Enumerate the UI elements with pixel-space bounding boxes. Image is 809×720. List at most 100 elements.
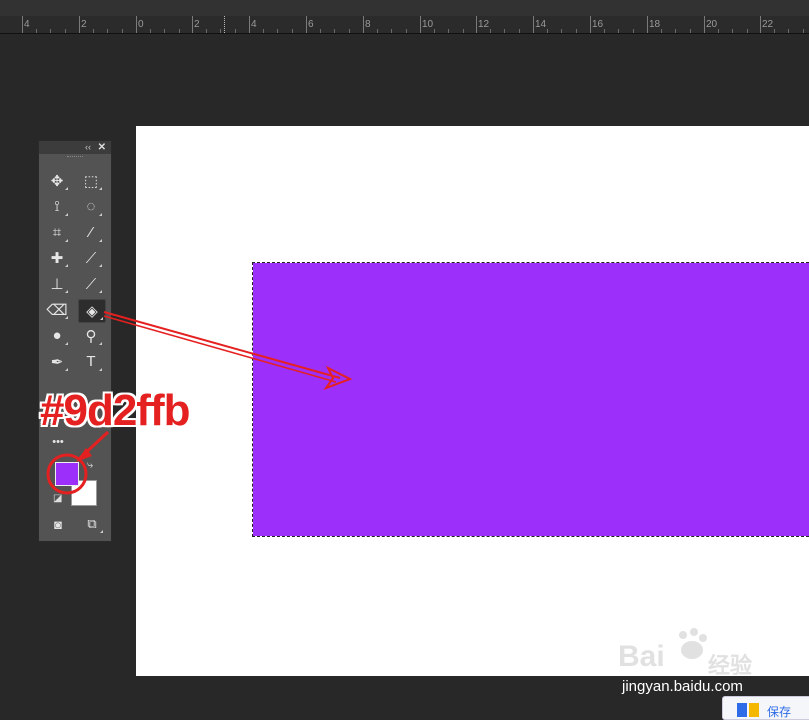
- move-icon: ✥: [50, 173, 64, 190]
- ruler-minor-tick: [334, 29, 336, 33]
- ruler-minor-tick: [718, 29, 720, 33]
- ruler-minor-tick: [490, 29, 492, 33]
- ruler-label: 10: [422, 19, 434, 30]
- ruler-major-tick: [533, 16, 534, 33]
- stamp-icon: ⊥: [50, 276, 64, 294]
- paint-bucket-icon: ◈: [86, 303, 98, 320]
- quick-select-icon: ◌: [86, 198, 96, 216]
- screen-mode-icon[interactable]: ⧉: [79, 513, 105, 535]
- ruler-minor-tick: [575, 29, 577, 33]
- crop-icon: ⌗: [52, 224, 62, 242]
- ruler-minor-tick: [150, 29, 152, 33]
- ruler-minor-tick: [121, 29, 123, 33]
- ruler-label: 2: [194, 19, 200, 30]
- tools-panel: ‹‹ ✕ ✥ ⬚ ⟟ ◌ ⌗ ⁄ ✚ ⟋ ⊥ ⟋ ⌫ ◈ ● ⚲ ✒ T ••• ⤷ ◪ ◙ ⧉: [38, 140, 112, 542]
- ruler-major-tick: [79, 16, 80, 33]
- ruler-major-tick: [420, 16, 421, 33]
- tools-panel-header[interactable]: ‹‹ ✕: [39, 141, 111, 154]
- ruler-minor-tick: [405, 29, 407, 33]
- ruler-minor-tick: [689, 29, 691, 33]
- type-tool[interactable]: T: [78, 351, 104, 373]
- ruler-major-tick: [760, 16, 761, 33]
- eraser-icon: ⌫: [46, 302, 68, 319]
- ruler-major-tick: [476, 16, 477, 33]
- panel-grip[interactable]: [67, 156, 83, 165]
- foreground-color-swatch[interactable]: [55, 462, 79, 486]
- move-tool[interactable]: ✥: [44, 170, 70, 192]
- ruler-major-tick: [22, 16, 23, 33]
- ruler-minor-tick: [788, 29, 790, 33]
- eraser-tool[interactable]: ⌫: [44, 299, 70, 321]
- ruler-major-tick: [363, 16, 364, 33]
- drop-icon: ●: [52, 327, 62, 345]
- ruler-minor-tick: [391, 29, 393, 33]
- ruler-minor-tick: [547, 29, 549, 33]
- ruler-label: 20: [706, 19, 718, 30]
- ruler-minor-tick: [434, 29, 436, 33]
- ruler-label: 22: [762, 19, 774, 30]
- ruler-minor-tick: [732, 29, 734, 33]
- pen-tool[interactable]: ✒: [44, 351, 70, 373]
- ruler-major-tick: [249, 16, 250, 33]
- eyedropper-tool[interactable]: ⁄: [78, 222, 104, 244]
- ruler-minor-tick: [561, 29, 563, 33]
- brush-icon: ⟋: [85, 249, 97, 267]
- lasso-icon: ⟟: [54, 198, 60, 216]
- ruler-major-tick: [647, 16, 648, 33]
- ruler-minor-tick: [277, 29, 279, 33]
- ruler-minor-tick: [50, 29, 52, 33]
- baidu-watermark: Bai: [618, 640, 665, 673]
- paw-icon: [679, 628, 707, 659]
- collapse-icon[interactable]: ‹‹: [85, 141, 91, 154]
- ruler-major-tick: [136, 16, 137, 33]
- ruler-label: 2: [81, 19, 87, 30]
- stamp-tool[interactable]: ⊥: [44, 273, 70, 295]
- blur-tool[interactable]: ●: [44, 325, 70, 347]
- ruler-minor-tick: [178, 29, 180, 33]
- save-button[interactable]: 保存: [722, 696, 809, 720]
- healing-tool[interactable]: ✚: [44, 247, 70, 269]
- lasso-tool[interactable]: ⟟: [44, 196, 70, 218]
- pen-icon: ✒: [50, 353, 64, 371]
- ruler-minor-tick: [518, 29, 520, 33]
- ruler-minor-tick: [263, 29, 265, 33]
- ruler-label: 16: [592, 19, 604, 30]
- swap-colors-icon[interactable]: ⤷: [87, 459, 93, 472]
- history-brush-tool[interactable]: ⟋: [78, 273, 104, 295]
- type-icon: T: [86, 353, 96, 371]
- ruler-major-tick: [590, 16, 591, 33]
- ruler-label: 14: [535, 19, 547, 30]
- dodge-tool[interactable]: ⚲: [78, 325, 104, 347]
- ruler-label: 6: [308, 19, 314, 30]
- ruler-minor-tick: [220, 29, 222, 33]
- quick-select-tool[interactable]: ◌: [78, 196, 104, 218]
- brush-tool[interactable]: ⟋: [78, 247, 104, 269]
- ruler-minor-tick: [504, 29, 506, 33]
- history-brush-icon: ⟋: [85, 275, 97, 293]
- close-icon[interactable]: ✕: [98, 141, 106, 154]
- marquee-tool[interactable]: ⬚: [78, 170, 104, 192]
- eyedropper-icon: ⁄: [89, 224, 93, 242]
- ruler-label: 4: [251, 19, 257, 30]
- ruler-minor-tick: [618, 29, 620, 33]
- horizontal-ruler: 4 2 0 2 4 6 8 10 12 14 16 18 20 22: [0, 16, 809, 34]
- ruler-minor-tick: [36, 29, 38, 33]
- ruler-label: 12: [478, 19, 490, 30]
- ruler-minor-tick: [234, 29, 236, 33]
- watermark-url: jingyan.baidu.com: [622, 678, 743, 695]
- ruler-label: 0: [138, 19, 144, 30]
- ruler-minor-tick: [774, 29, 776, 33]
- ruler-minor-tick: [206, 29, 208, 33]
- ruler-minor-tick: [348, 29, 350, 33]
- filled-selection[interactable]: [252, 262, 809, 537]
- ruler-minor-tick: [802, 29, 804, 33]
- paint-bucket-tool[interactable]: ◈: [78, 299, 106, 323]
- bandage-icon: ✚: [50, 250, 64, 268]
- ruler-minor-tick: [107, 29, 109, 33]
- annotation-color-label: #9d2ffb: [40, 386, 190, 435]
- crop-tool[interactable]: ⌗: [44, 222, 70, 244]
- quick-mask-icon[interactable]: ◙: [45, 513, 71, 535]
- ruler-minor-tick: [377, 29, 379, 33]
- default-colors-icon[interactable]: ◪: [53, 493, 62, 504]
- ruler-minor-tick: [746, 29, 748, 33]
